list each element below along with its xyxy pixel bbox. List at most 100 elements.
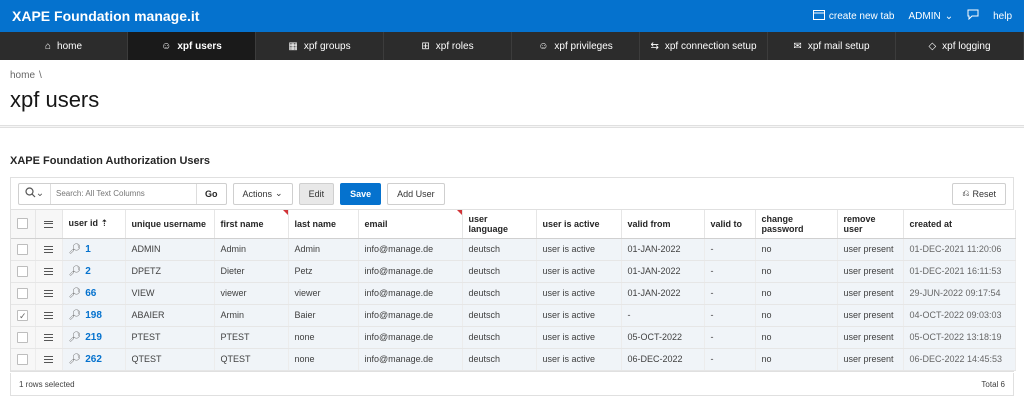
- checkbox[interactable]: ✓: [17, 309, 29, 321]
- cell-pw[interactable]: no: [755, 304, 838, 327]
- column-header-user-is-active[interactable]: user is active: [536, 210, 622, 239]
- table-row[interactable]: ✓ 🔎︎ 198 ABAIER Armin Baier info@manage.de deut…: [11, 304, 1016, 327]
- cell-active[interactable]: user is active: [536, 304, 622, 327]
- cell-user-id[interactable]: 🔎︎ 1: [62, 238, 126, 261]
- row-actions-menu[interactable]: [35, 260, 63, 283]
- cell-active[interactable]: user is active: [536, 348, 622, 371]
- cell-active[interactable]: user is active: [536, 326, 622, 349]
- cell-pw[interactable]: no: [755, 348, 838, 371]
- search-column-button[interactable]: ⌄: [19, 183, 51, 204]
- column-header-change-password[interactable]: change password: [755, 210, 838, 239]
- column-header-last-name[interactable]: last name: [288, 210, 359, 239]
- cell-created[interactable]: 04-OCT-2022 09:03:03: [903, 304, 1016, 327]
- nav-xpf-groups[interactable]: ▦ xpf groups: [256, 32, 384, 60]
- select-all-checkbox[interactable]: [11, 210, 36, 239]
- checkbox[interactable]: [17, 243, 29, 255]
- cell-from[interactable]: 01-JAN-2022: [621, 260, 705, 283]
- nav-xpf-users[interactable]: ☺ xpf users: [128, 32, 256, 60]
- cell-user-id[interactable]: 🔎︎ 262: [62, 348, 126, 371]
- cell-active[interactable]: user is active: [536, 282, 622, 305]
- cell-lang[interactable]: deutsch: [462, 282, 537, 305]
- cell-username[interactable]: ADMIN: [125, 238, 215, 261]
- column-header-created-at[interactable]: created at: [903, 210, 1016, 239]
- cell-remove[interactable]: user present: [837, 260, 904, 283]
- cell-active[interactable]: user is active: [536, 260, 622, 283]
- table-row[interactable]: 🔎︎ 66 VIEW viewer viewer info@manage.de deutsc…: [11, 282, 1016, 305]
- cell-username[interactable]: PTEST: [125, 326, 215, 349]
- nav-xpf-logging[interactable]: ◇ xpf logging: [896, 32, 1024, 60]
- table-row[interactable]: 🔎︎ 1 ADMIN Admin Admin info@manage.de deutsch u…: [11, 238, 1016, 261]
- cell-lang[interactable]: deutsch: [462, 238, 537, 261]
- cell-username[interactable]: QTEST: [125, 348, 215, 371]
- cell-to[interactable]: -: [704, 326, 756, 349]
- cell-remove[interactable]: user present: [837, 238, 904, 261]
- cell-from[interactable]: 01-JAN-2022: [621, 282, 705, 305]
- cell-remove[interactable]: user present: [837, 304, 904, 327]
- cell-email[interactable]: info@manage.de: [358, 238, 463, 261]
- column-header-user-id[interactable]: user id ⇡: [62, 210, 126, 239]
- checkbox[interactable]: [17, 265, 29, 277]
- checkbox[interactable]: [17, 287, 29, 299]
- row-select-checkbox[interactable]: [11, 282, 36, 305]
- row-select-checkbox[interactable]: [11, 326, 36, 349]
- cell-created[interactable]: 01-DEC-2021 11:20:06: [903, 238, 1016, 261]
- row-select-checkbox[interactable]: ✓: [11, 304, 36, 327]
- cell-pw[interactable]: no: [755, 238, 838, 261]
- row-actions-menu[interactable]: [35, 282, 63, 305]
- cell-email[interactable]: info@manage.de: [358, 282, 463, 305]
- nav-xpf-privileges[interactable]: ☺ xpf privileges: [512, 32, 640, 60]
- table-row[interactable]: 🔎︎ 2 DPETZ Dieter Petz info@manage.de deutsch u…: [11, 260, 1016, 283]
- cell-pw[interactable]: no: [755, 282, 838, 305]
- user-id-link[interactable]: 262: [85, 354, 102, 365]
- cell-from[interactable]: 05-OCT-2022: [621, 326, 705, 349]
- cell-first[interactable]: Admin: [214, 238, 289, 261]
- column-header-first-name[interactable]: first name: [214, 210, 289, 239]
- cell-to[interactable]: -: [704, 282, 756, 305]
- checkbox[interactable]: [17, 218, 29, 230]
- column-header-valid-from[interactable]: valid from: [621, 210, 705, 239]
- cell-lang[interactable]: deutsch: [462, 348, 537, 371]
- checkbox[interactable]: [17, 331, 29, 343]
- user-id-link[interactable]: 2: [85, 266, 91, 277]
- row-actions-menu[interactable]: [35, 348, 63, 371]
- cell-user-id[interactable]: 🔎︎ 219: [62, 326, 126, 349]
- user-id-link[interactable]: 1: [85, 244, 91, 255]
- table-row[interactable]: 🔎︎ 219 PTEST PTEST none info@manage.de deutsch…: [11, 326, 1016, 349]
- go-button[interactable]: Go: [196, 183, 226, 204]
- user-id-link[interactable]: 66: [85, 288, 96, 299]
- user-menu[interactable]: ADMIN ⌄: [908, 11, 953, 22]
- nav-xpf-mail-setup[interactable]: ✉ xpf mail setup: [768, 32, 896, 60]
- cell-last[interactable]: Admin: [288, 238, 359, 261]
- cell-last[interactable]: none: [288, 326, 359, 349]
- save-button[interactable]: Save: [340, 182, 382, 205]
- row-select-checkbox[interactable]: [11, 238, 36, 261]
- cell-last[interactable]: Petz: [288, 260, 359, 283]
- row-actions-menu[interactable]: [35, 304, 63, 327]
- column-header-user-language[interactable]: user language: [462, 210, 537, 239]
- cell-email[interactable]: info@manage.de: [358, 304, 463, 327]
- column-header-valid-to[interactable]: valid to: [704, 210, 756, 239]
- help-link[interactable]: help: [993, 11, 1012, 22]
- actions-menu-button[interactable]: Actions ⌄: [232, 182, 293, 205]
- cell-first[interactable]: Dieter: [214, 260, 289, 283]
- column-header-unique-username[interactable]: unique username: [125, 210, 215, 239]
- cell-user-id[interactable]: 🔎︎ 2: [62, 260, 126, 283]
- cell-from[interactable]: -: [621, 304, 705, 327]
- cell-email[interactable]: info@manage.de: [358, 260, 463, 283]
- cell-to[interactable]: -: [704, 304, 756, 327]
- cell-user-id[interactable]: 🔎︎ 66: [62, 282, 126, 305]
- add-user-button[interactable]: Add User: [387, 182, 445, 205]
- nav-xpf-roles[interactable]: ⊞ xpf roles: [384, 32, 512, 60]
- cell-remove[interactable]: user present: [837, 282, 904, 305]
- checkbox[interactable]: [17, 353, 29, 365]
- cell-last[interactable]: viewer: [288, 282, 359, 305]
- cell-created[interactable]: 05-OCT-2022 13:18:19: [903, 326, 1016, 349]
- cell-user-id[interactable]: 🔎︎ 198: [62, 304, 126, 327]
- cell-username[interactable]: VIEW: [125, 282, 215, 305]
- cell-to[interactable]: -: [704, 238, 756, 261]
- cell-first[interactable]: Armin: [214, 304, 289, 327]
- cell-username[interactable]: DPETZ: [125, 260, 215, 283]
- cell-lang[interactable]: deutsch: [462, 326, 537, 349]
- cell-pw[interactable]: no: [755, 260, 838, 283]
- cell-remove[interactable]: user present: [837, 348, 904, 371]
